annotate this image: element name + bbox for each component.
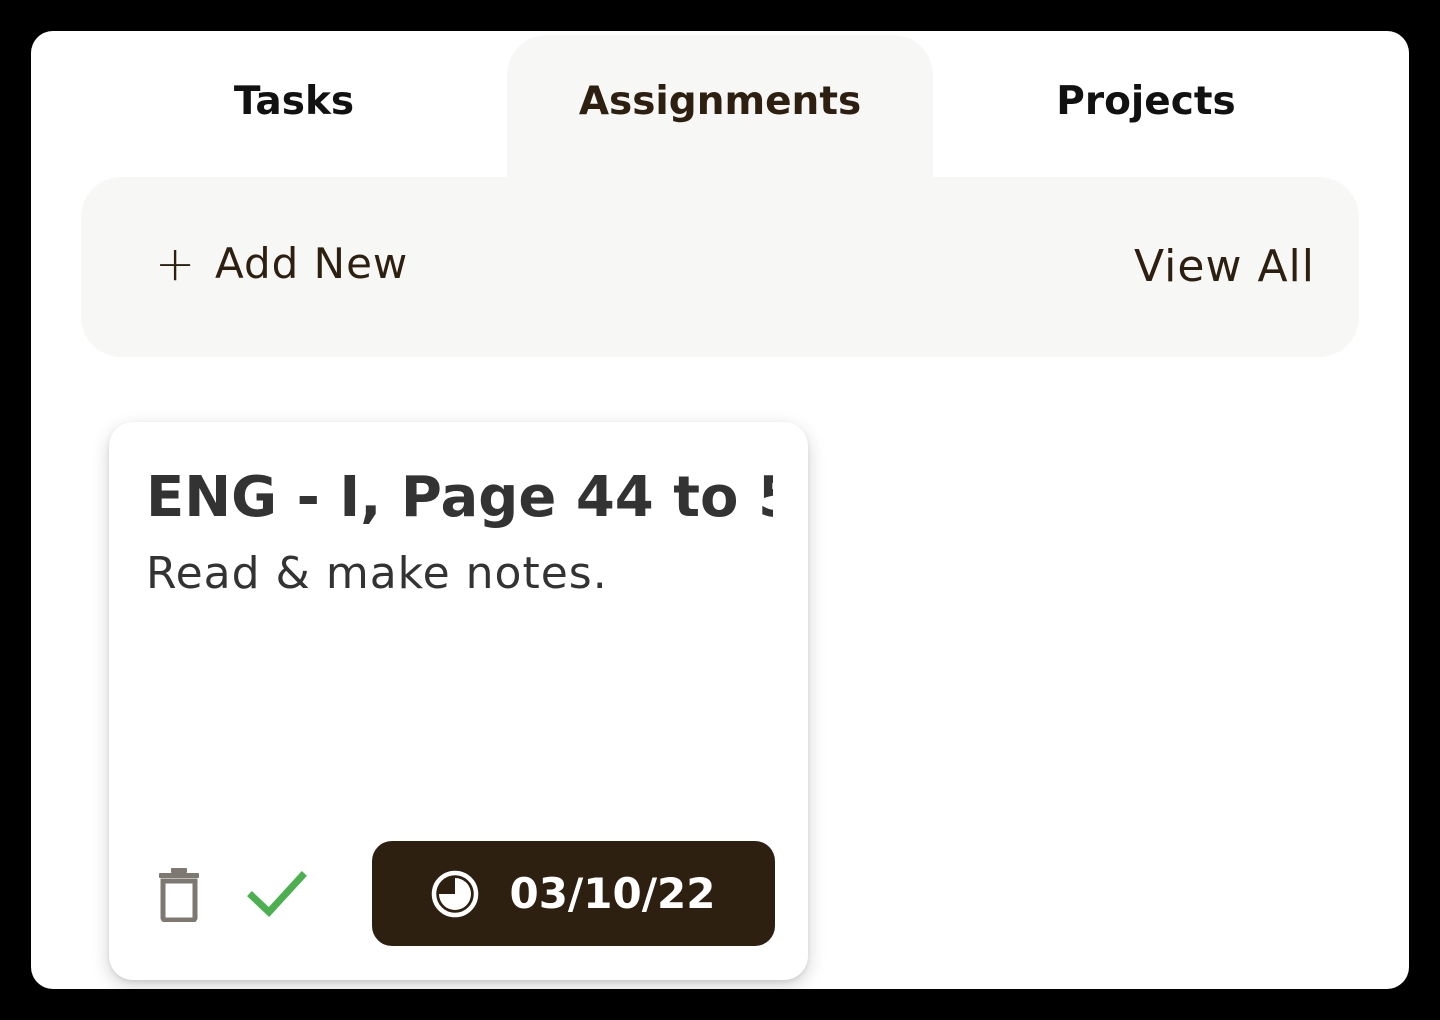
- mark-done-button[interactable]: [247, 870, 307, 920]
- plus-icon: +: [155, 235, 196, 292]
- delete-button[interactable]: [157, 866, 201, 923]
- tab-bar: Tasks Assignments Projects: [81, 35, 1359, 177]
- card-description: Read & make notes.: [146, 548, 608, 599]
- clock-icon: [432, 870, 479, 917]
- due-date: 03/10/22: [509, 869, 716, 918]
- add-new-label: Add New: [215, 239, 409, 288]
- assignments-panel: Tasks Assignments Projects + Add New Vie…: [31, 31, 1409, 989]
- add-new-button[interactable]: + Add New: [155, 239, 408, 288]
- due-date-badge[interactable]: 03/10/22: [372, 841, 775, 946]
- assignment-card[interactable]: ENG - I, Page 44 to 50 Read & make notes…: [109, 422, 808, 980]
- view-all-link[interactable]: View All: [1134, 241, 1315, 292]
- tab-assignments[interactable]: Assignments: [507, 35, 933, 177]
- tab-tasks[interactable]: Tasks: [81, 35, 507, 177]
- action-bar: + Add New View All: [81, 177, 1359, 357]
- card-title: ENG - I, Page 44 to 50: [146, 465, 773, 530]
- check-icon: [247, 871, 307, 917]
- tab-projects[interactable]: Projects: [933, 35, 1359, 177]
- trash-icon: [159, 868, 199, 923]
